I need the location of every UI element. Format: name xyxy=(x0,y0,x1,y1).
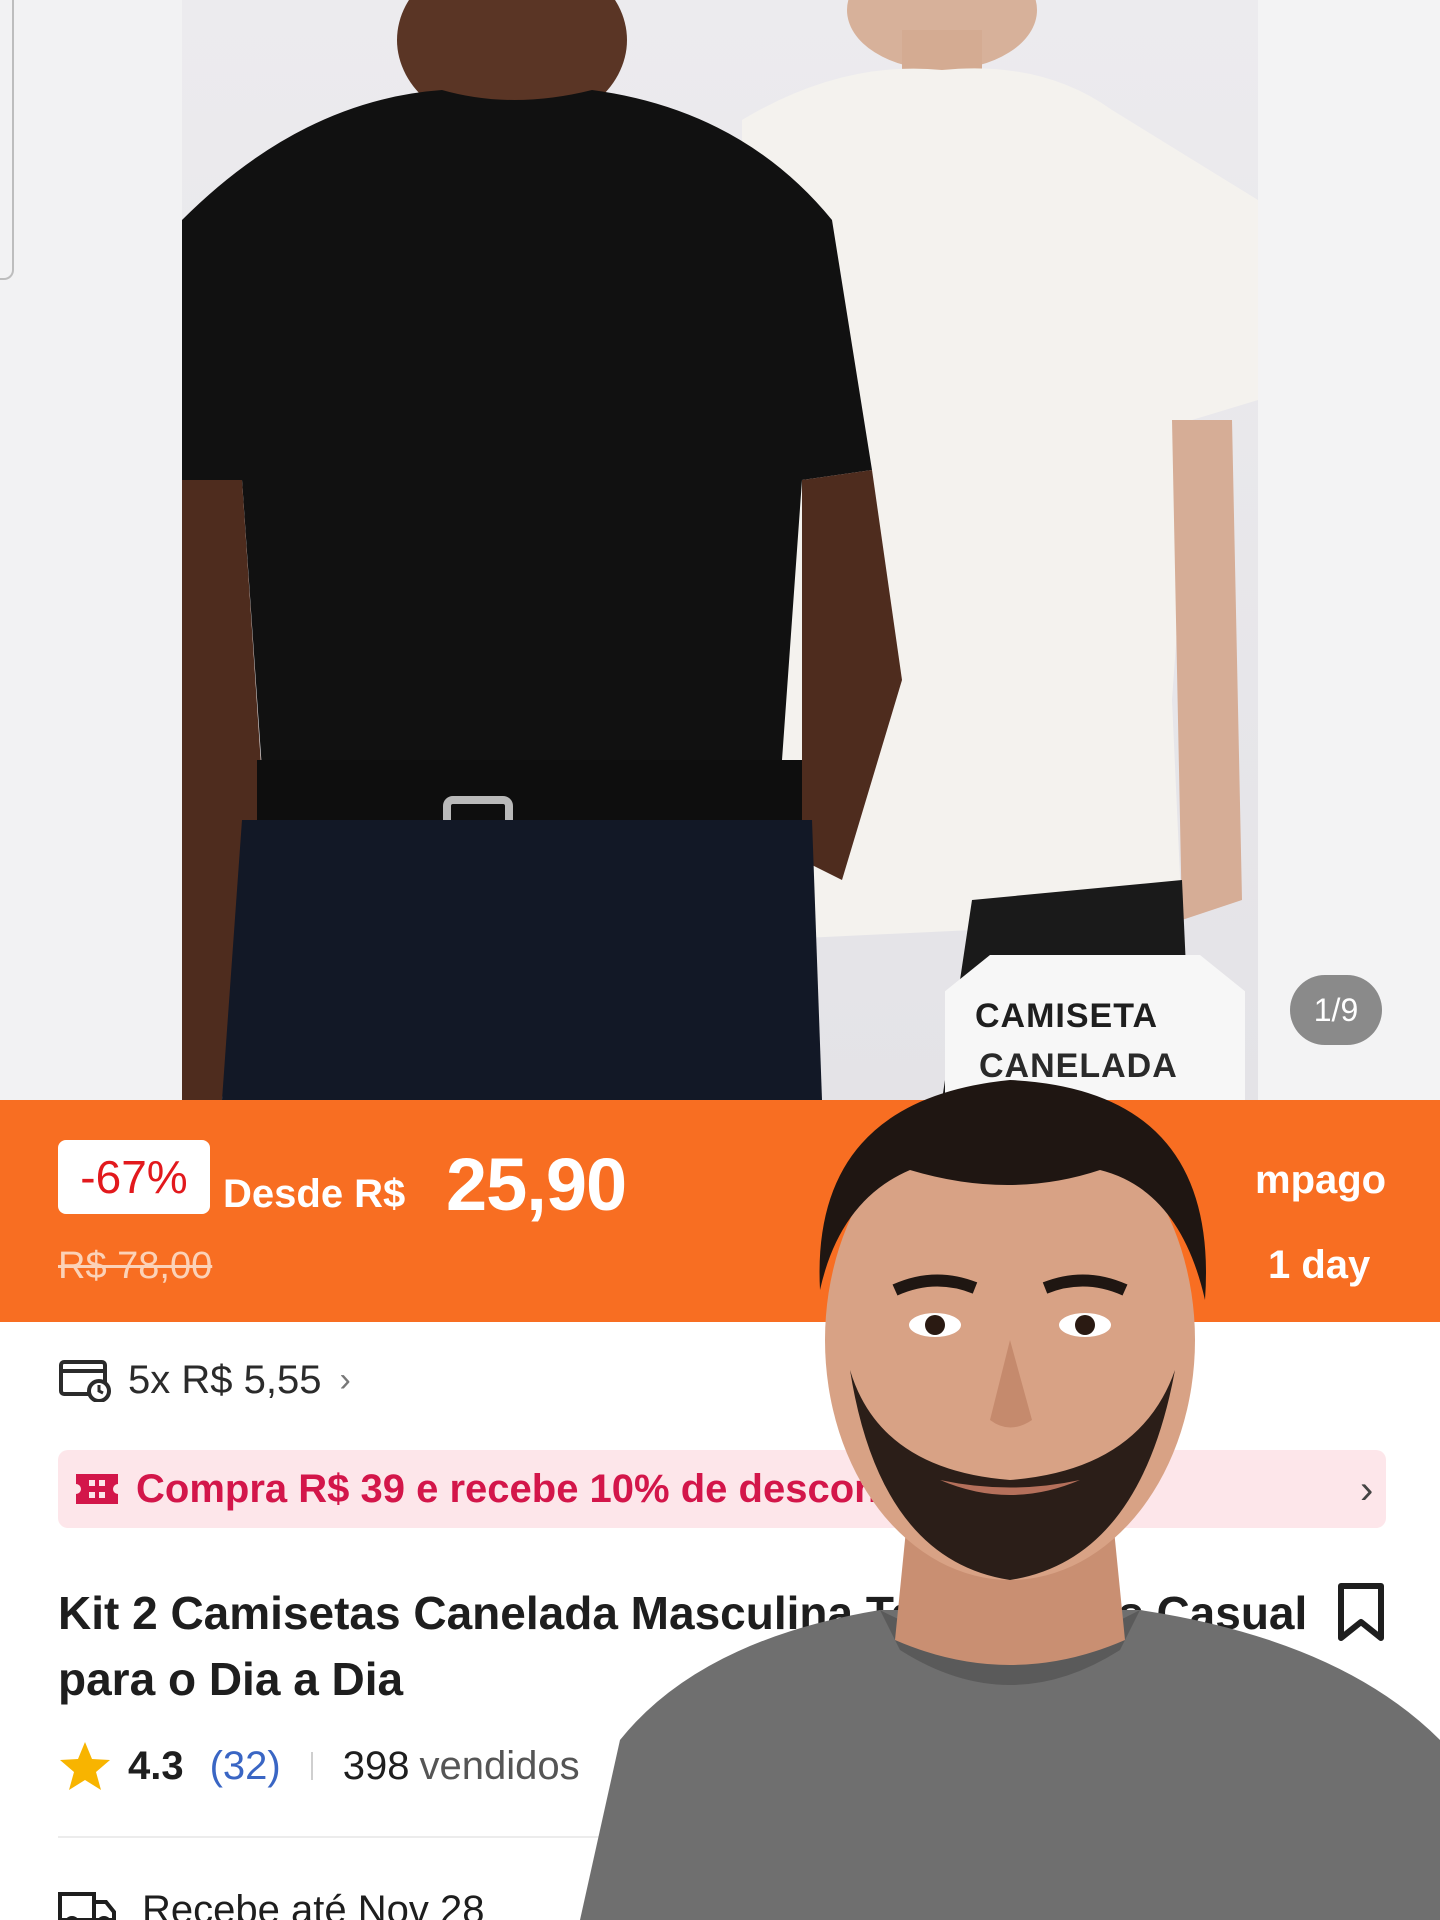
review-count-link[interactable]: (32) xyxy=(210,1744,281,1789)
image-counter: 1/9 xyxy=(1290,975,1382,1045)
rating-score: 4.3 xyxy=(128,1744,184,1789)
previous-image-edge xyxy=(0,0,14,280)
original-price: R$ 78,00 xyxy=(58,1245,212,1288)
presenter-overlay xyxy=(580,1040,1440,1920)
chevron-right-icon: › xyxy=(339,1361,350,1400)
gallery-left-margin xyxy=(0,0,182,1100)
ticket-icon xyxy=(74,1472,120,1506)
sold-label: vendidos xyxy=(420,1744,580,1789)
truck-icon xyxy=(58,1888,116,1920)
product-photo xyxy=(182,0,1258,1100)
delivery-text: Recebe até Nov 28 xyxy=(142,1888,484,1920)
price-from-label: Desde R$ xyxy=(223,1172,405,1217)
installments-row[interactable]: 5x R$ 5,55 › xyxy=(58,1355,351,1405)
discount-badge: -67% xyxy=(58,1140,210,1214)
delivery-row[interactable]: Recebe até Nov 28 xyxy=(58,1880,484,1920)
rating-row[interactable]: 4.3 (32) 398 vendidos xyxy=(58,1738,580,1794)
product-image-gallery[interactable]: CAMISETA CANELADA 1/9 xyxy=(0,0,1440,1100)
installments-text: 5x R$ 5,55 xyxy=(128,1358,321,1403)
brand-tag-line1: CAMISETA xyxy=(975,997,1158,1036)
star-icon xyxy=(58,1740,112,1792)
gallery-right-margin xyxy=(1258,0,1440,1100)
card-installment-icon xyxy=(58,1358,112,1402)
sold-count: 398 xyxy=(343,1744,410,1789)
divider xyxy=(311,1752,313,1780)
